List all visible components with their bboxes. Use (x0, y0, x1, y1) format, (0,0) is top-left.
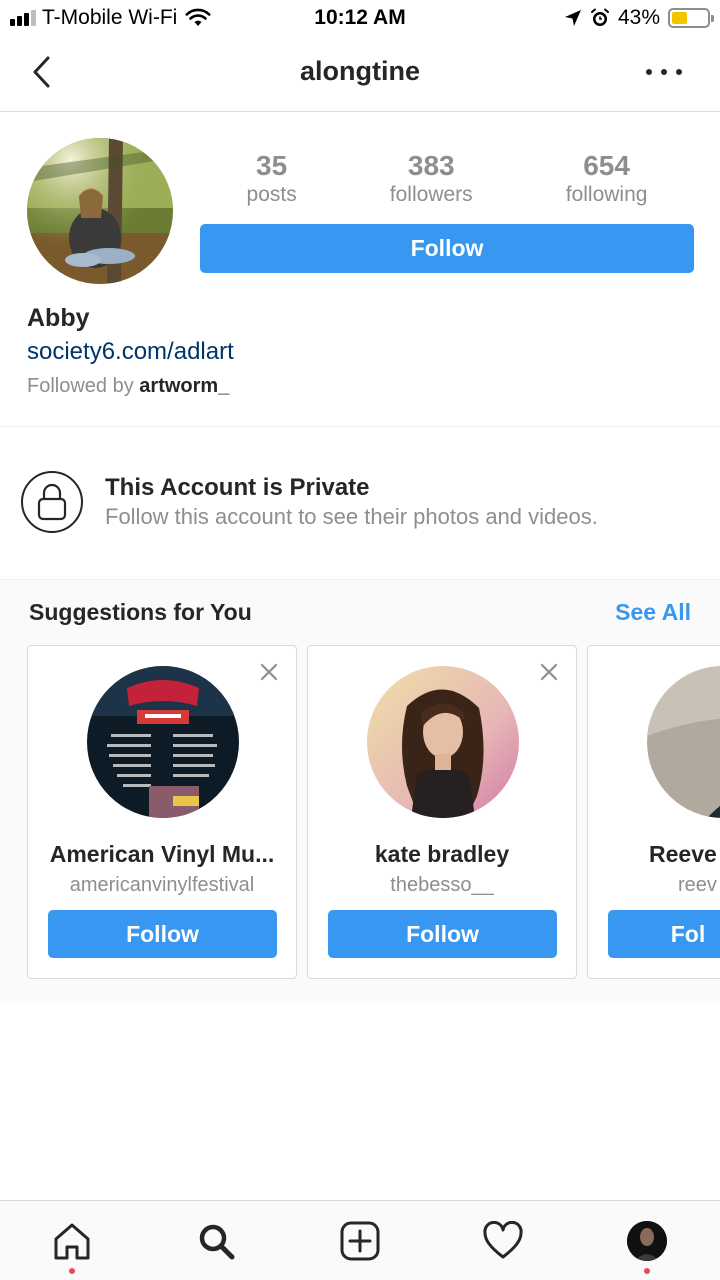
suggestion-card: kate bradley thebesso__ Follow (307, 645, 577, 979)
suggestion-username: thebesso__ (390, 874, 494, 896)
suggestion-name[interactable]: Reeve (588, 841, 720, 868)
following-label: following (565, 183, 648, 206)
suggestion-avatar[interactable] (87, 666, 239, 818)
location-arrow-icon (564, 10, 581, 26)
suggestion-username: reev (678, 874, 717, 896)
home-icon[interactable] (50, 1219, 94, 1263)
suggestion-name[interactable]: American Vinyl Mu... (28, 841, 296, 868)
suggestion-follow-button[interactable]: Follow (328, 910, 557, 958)
private-subtitle: Follow this account to see their photos … (105, 504, 598, 529)
bottom-tab-bar (0, 1200, 720, 1280)
battery-icon (668, 8, 714, 28)
activity-heart-icon[interactable] (481, 1219, 525, 1263)
posts-count: 35 (256, 150, 288, 181)
suggestion-avatar[interactable] (647, 666, 720, 818)
see-all-link[interactable]: See All (615, 599, 691, 626)
private-title: This Account is Private (105, 474, 370, 501)
suggestions-title: Suggestions for You (29, 599, 252, 625)
stat-followers[interactable]: 383 followers (390, 150, 473, 208)
alarm-icon (590, 8, 609, 26)
follow-button[interactable]: Follow (200, 224, 694, 273)
notification-dot (644, 1268, 650, 1274)
followers-count: 383 (407, 150, 455, 181)
close-icon[interactable] (260, 663, 278, 681)
new-post-icon[interactable] (338, 1219, 382, 1263)
following-count: 654 (583, 150, 630, 181)
lock-icon (21, 471, 83, 533)
profile-stats: 35 posts 383 followers 654 following (200, 150, 694, 208)
posts-label: posts (246, 183, 297, 206)
profile-tab-avatar[interactable] (625, 1219, 669, 1263)
suggestion-username: americanvinylfestival (69, 874, 255, 896)
notification-dot (69, 1268, 75, 1274)
suggestion-card: American Vinyl Mu... americanvinylfestiv… (27, 645, 297, 979)
followers-label: followers (389, 183, 473, 206)
suggestion-card: Reeve reev Fol (587, 645, 720, 979)
suggestions-section: Suggestions for You See All American Vin… (0, 579, 720, 1003)
suggestion-name[interactable]: kate bradley (308, 841, 576, 868)
status-bar: T-Mobile Wi-Fi 10:12 AM 43% (0, 0, 720, 36)
search-icon[interactable] (194, 1219, 238, 1263)
divider (0, 426, 720, 427)
page-title: alongtine (300, 56, 420, 86)
followed-by-user-link[interactable]: artworm_ (139, 375, 229, 397)
followed-by-prefix: Followed by (27, 375, 140, 397)
close-icon[interactable] (540, 663, 558, 681)
profile-website-link[interactable]: society6.com/adlart (27, 338, 234, 366)
profile-name: Abby (27, 304, 90, 332)
battery-percent: 43% (617, 6, 660, 29)
more-horizontal-icon[interactable] (646, 62, 682, 82)
suggestion-follow-button[interactable]: Fol (608, 910, 720, 958)
profile-avatar[interactable] (27, 138, 173, 284)
profile-header: alongtine (0, 36, 720, 112)
suggestion-avatar[interactable] (367, 666, 519, 818)
stat-posts[interactable]: 35 posts (247, 150, 297, 208)
stat-following[interactable]: 654 following (566, 150, 648, 208)
followed-by-text: Followed by artworm_ (27, 375, 229, 398)
suggestion-follow-button[interactable]: Follow (48, 910, 277, 958)
